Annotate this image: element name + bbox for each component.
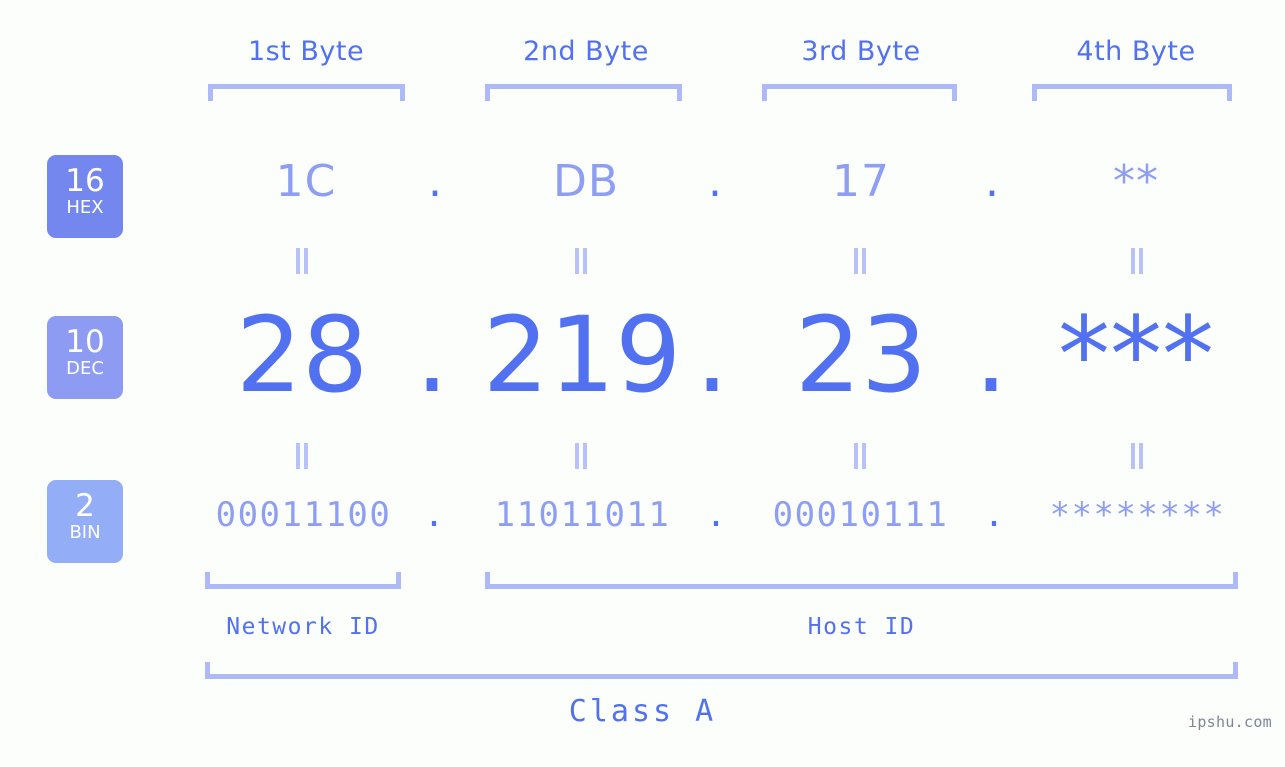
hex-row: 1C . DB . 17 . ** — [0, 154, 1285, 220]
hex-byte-2: DB — [552, 156, 620, 207]
hex-separator-2: . — [708, 156, 722, 207]
equals-marker-hex-dec-2 — [573, 248, 589, 274]
bin-separator-2: . — [705, 495, 727, 535]
byte-bracket-4 — [1032, 84, 1232, 101]
network-id-bracket — [205, 572, 401, 589]
byte-header-4: 4th Byte — [1076, 36, 1196, 67]
bin-byte-2: 11011011 — [494, 495, 671, 535]
hex-byte-4: ** — [1113, 156, 1159, 207]
bin-separator-3: . — [983, 495, 1005, 535]
dec-byte-2: 219 — [482, 294, 682, 416]
equals-marker-dec-bin-1 — [294, 443, 310, 469]
hex-separator-3: . — [985, 156, 999, 207]
equals-marker-hex-dec-3 — [852, 248, 868, 274]
bin-separator-1: . — [423, 495, 445, 535]
dec-byte-3: 23 — [794, 294, 928, 416]
bin-row: 00011100 . 11011011 . 00010111 . *******… — [0, 492, 1285, 548]
byte-header-3: 3rd Byte — [801, 36, 921, 67]
site-watermark: ipshu.com — [1188, 713, 1272, 731]
ip-breakdown-diagram: 1st Byte 2nd Byte 3rd Byte 4th Byte 16 H… — [0, 0, 1285, 767]
bin-byte-4: ******** — [1049, 495, 1226, 535]
equals-marker-hex-dec-4 — [1129, 248, 1145, 274]
equals-marker-dec-bin-2 — [573, 443, 589, 469]
byte-bracket-2 — [485, 84, 682, 101]
bin-byte-1: 00011100 — [215, 495, 392, 535]
hex-byte-1: 1C — [275, 156, 337, 207]
network-id-label: Network ID — [226, 614, 380, 640]
dec-byte-4: *** — [1058, 294, 1214, 416]
dec-separator-3: . — [974, 294, 1008, 416]
byte-bracket-1 — [208, 84, 405, 101]
byte-header-2: 2nd Byte — [523, 36, 649, 67]
byte-bracket-3 — [762, 84, 957, 101]
byte-header-1: 1st Byte — [247, 36, 365, 67]
equals-marker-dec-bin-3 — [852, 443, 868, 469]
equals-marker-dec-bin-4 — [1129, 443, 1145, 469]
dec-separator-1: . — [415, 294, 449, 416]
host-id-label: Host ID — [807, 614, 916, 640]
bin-byte-3: 00010111 — [772, 495, 949, 535]
hex-separator-1: . — [428, 156, 442, 207]
class-label: Class A — [568, 694, 717, 729]
dec-separator-2: . — [695, 294, 729, 416]
dec-byte-1: 28 — [235, 294, 369, 416]
dec-row: 28 . 219 . 23 . *** — [0, 300, 1285, 410]
equals-marker-hex-dec-1 — [294, 248, 310, 274]
hex-byte-3: 17 — [832, 156, 890, 207]
host-id-bracket — [485, 572, 1238, 589]
class-bracket — [205, 662, 1238, 679]
